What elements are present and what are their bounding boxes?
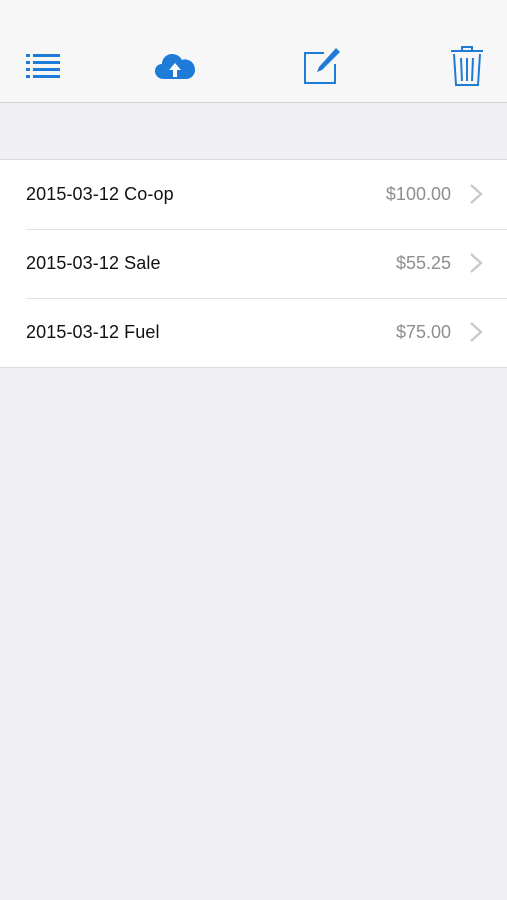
compose-button[interactable]	[301, 42, 343, 90]
compose-icon	[304, 48, 340, 84]
entry-title: 2015-03-12 Co-op	[26, 184, 174, 204]
entry-amount: $100.00	[385, 184, 451, 204]
entry-amount: $75.00	[395, 322, 451, 342]
chevron-right-icon	[470, 322, 483, 342]
list-icon	[26, 54, 60, 78]
entry-amount: $55.25	[395, 253, 451, 273]
list-item[interactable]: 2015-03-12 Co-op $100.00	[0, 160, 507, 229]
entry-title: 2015-03-12 Fuel	[26, 322, 160, 342]
entry-title: 2015-03-12 Sale	[26, 253, 161, 273]
list-item[interactable]: 2015-03-12 Sale $55.25	[0, 229, 507, 298]
chevron-right-icon	[470, 253, 483, 273]
list-item[interactable]: 2015-03-12 Fuel $75.00	[0, 298, 507, 367]
upload-button[interactable]	[152, 42, 198, 90]
toolbar	[0, 0, 507, 103]
delete-button[interactable]	[448, 42, 486, 90]
cloud-upload-icon	[155, 54, 195, 79]
chevron-right-icon	[470, 184, 483, 204]
trash-icon	[451, 46, 483, 86]
list-button[interactable]	[24, 42, 62, 90]
entries-list: 2015-03-12 Co-op $100.00 2015-03-12 Sale…	[0, 159, 507, 368]
